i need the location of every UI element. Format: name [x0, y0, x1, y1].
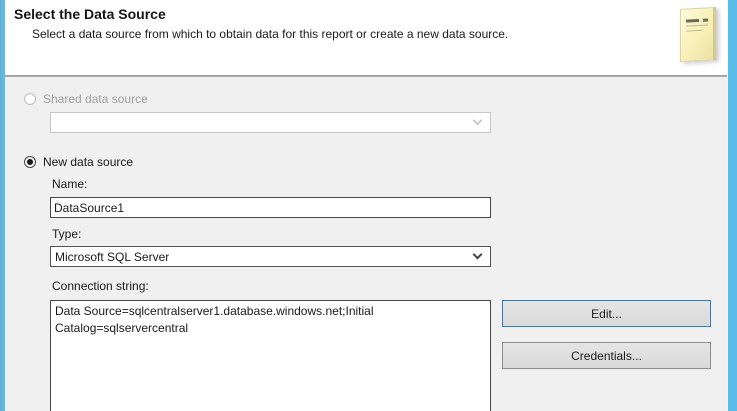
select-data-source-wizard-page: Select the Data Source Select a data sou… — [0, 0, 737, 411]
header-divider — [0, 75, 737, 77]
connection-string-label: Connection string: — [52, 279, 149, 293]
chevron-down-icon — [473, 250, 483, 260]
report-icon-line — [686, 24, 708, 26]
name-label: Name: — [52, 177, 87, 191]
wizard-header: Select the Data Source Select a data sou… — [0, 0, 737, 75]
new-data-source-label: New data source — [43, 155, 133, 169]
window-right-border — [727, 0, 737, 411]
shared-data-source-label: Shared data source — [43, 92, 148, 106]
type-dropdown[interactable]: Microsoft SQL Server — [50, 246, 491, 267]
type-label: Type: — [52, 227, 81, 241]
type-dropdown-value: Microsoft SQL Server — [55, 250, 169, 264]
report-icon-line — [686, 30, 702, 32]
connection-string-textarea[interactable]: Data Source=sqlcentralserver1.database.w… — [50, 300, 491, 411]
report-document-icon — [680, 7, 716, 62]
shared-data-source-dropdown[interactable] — [50, 112, 491, 133]
chevron-down-icon — [473, 116, 483, 126]
shared-data-source-radio[interactable] — [24, 93, 36, 105]
new-data-source-radio[interactable] — [24, 156, 36, 168]
edit-button[interactable]: Edit... — [502, 300, 711, 327]
window-left-border — [0, 0, 5, 411]
page-subtitle: Select a data source from which to obtai… — [32, 27, 508, 41]
report-icon-line — [686, 18, 708, 22]
credentials-button[interactable]: Credentials... — [502, 342, 711, 369]
page-title: Select the Data Source — [14, 6, 166, 22]
name-input[interactable] — [50, 197, 491, 218]
